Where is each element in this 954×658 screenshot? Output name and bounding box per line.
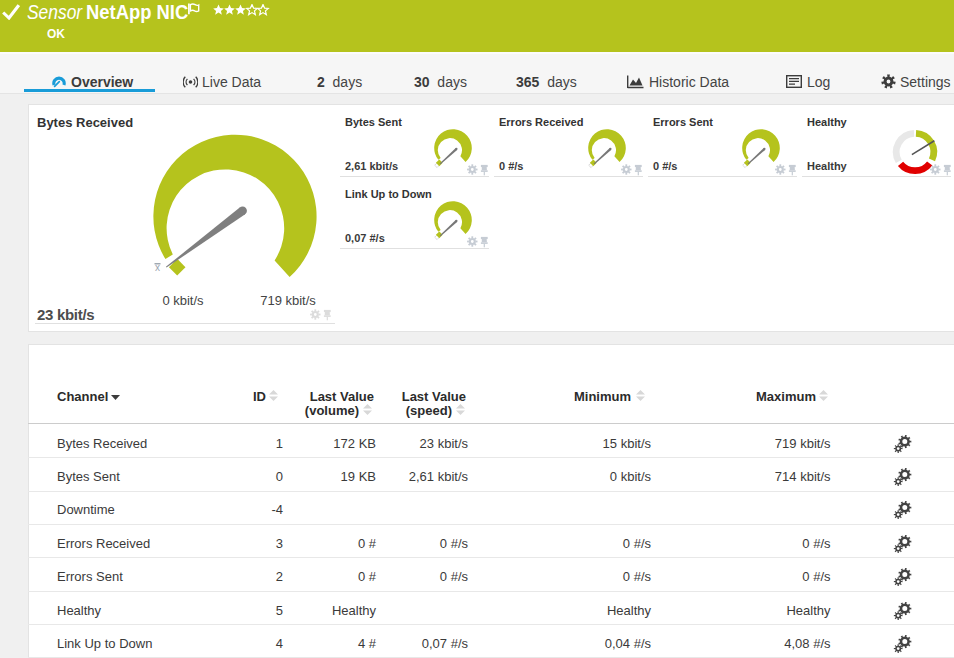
svg-text:x: x	[155, 262, 160, 273]
